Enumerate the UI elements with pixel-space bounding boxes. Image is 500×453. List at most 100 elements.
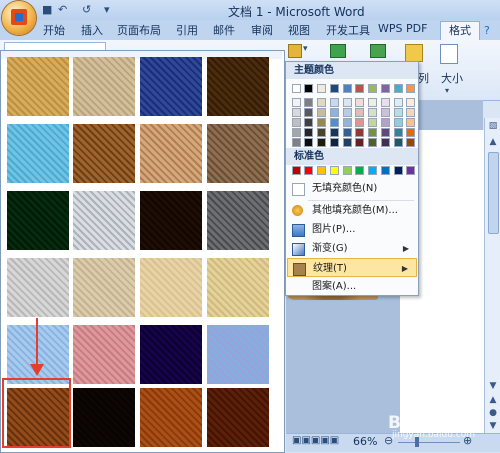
theme-shade-swatch[interactable]: [304, 138, 313, 147]
tab-mailings[interactable]: 邮件: [213, 22, 235, 38]
theme-shade-swatch[interactable]: [343, 128, 352, 137]
theme-shade-swatch[interactable]: [343, 98, 352, 107]
theme-shade-swatch[interactable]: [330, 138, 339, 147]
theme-shade-swatch[interactable]: [330, 98, 339, 107]
texture-bouquet[interactable]: [207, 325, 269, 384]
tab-home[interactable]: 开始: [43, 22, 65, 38]
3d-effects-icon[interactable]: [370, 44, 386, 58]
theme-shade-swatch[interactable]: [330, 108, 339, 117]
size-icon[interactable]: [440, 44, 458, 64]
zoom-slider[interactable]: [398, 442, 460, 443]
standard-color-swatch[interactable]: [355, 166, 364, 175]
theme-shade-swatch[interactable]: [381, 118, 390, 127]
redo-icon[interactable]: ↺: [82, 3, 91, 16]
tab-wps-pdf[interactable]: WPS PDF: [378, 22, 427, 35]
tab-view[interactable]: 视图: [288, 22, 310, 38]
menu-item-no-fill[interactable]: 无填充颜色(N): [287, 179, 417, 198]
theme-shade-swatch[interactable]: [355, 108, 364, 117]
theme-shade-swatch[interactable]: [406, 128, 415, 137]
standard-color-swatch[interactable]: [343, 166, 352, 175]
standard-color-swatch[interactable]: [381, 166, 390, 175]
theme-shade-swatch[interactable]: [317, 108, 326, 117]
texture-purple-mesh[interactable]: [140, 325, 202, 384]
theme-shade-swatch[interactable]: [368, 128, 377, 137]
theme-shade-swatch[interactable]: [394, 118, 403, 127]
theme-shade-swatch[interactable]: [330, 128, 339, 137]
theme-shade-swatch[interactable]: [292, 118, 301, 127]
theme-shade-swatch[interactable]: [394, 98, 403, 107]
previous-page-icon[interactable]: ▲: [486, 394, 500, 406]
texture-green-marble[interactable]: [7, 191, 69, 250]
qat-more-icon[interactable]: ▾: [104, 3, 110, 16]
texture-granite[interactable]: [207, 191, 269, 250]
standard-color-swatch[interactable]: [330, 166, 339, 175]
texture-newsprint[interactable]: [7, 258, 69, 317]
save-icon[interactable]: ■: [42, 3, 52, 16]
theme-shade-swatch[interactable]: [381, 128, 390, 137]
texture-denim[interactable]: [140, 57, 202, 116]
help-icon[interactable]: ?: [484, 24, 490, 37]
texture-oak[interactable]: [140, 388, 202, 447]
tab-format[interactable]: 格式: [440, 21, 480, 41]
browse-object-icon[interactable]: ●: [486, 407, 500, 419]
theme-shade-swatch[interactable]: [406, 118, 415, 127]
undo-icon[interactable]: ↶: [58, 3, 67, 16]
texture-recycled-paper[interactable]: [73, 258, 135, 317]
theme-color-swatch[interactable]: [381, 84, 390, 93]
theme-shade-swatch[interactable]: [304, 98, 313, 107]
theme-shade-swatch[interactable]: [368, 138, 377, 147]
theme-shade-swatch[interactable]: [381, 108, 390, 117]
texture-canvas[interactable]: [73, 57, 135, 116]
theme-color-swatch[interactable]: [292, 84, 301, 93]
theme-shade-swatch[interactable]: [394, 128, 403, 137]
menu-item-picture[interactable]: 图片(P)...: [287, 220, 417, 239]
tab-insert[interactable]: 插入: [81, 22, 103, 38]
theme-color-swatch[interactable]: [355, 84, 364, 93]
theme-shade-swatch[interactable]: [317, 118, 326, 127]
scroll-down-icon[interactable]: ▼: [486, 380, 500, 392]
theme-shade-swatch[interactable]: [394, 138, 403, 147]
zoom-level[interactable]: 66%: [353, 435, 377, 448]
menu-item-pattern[interactable]: 图案(A)...: [287, 277, 417, 296]
menu-item-more-colors[interactable]: 其他填充颜色(M)...: [287, 201, 417, 220]
theme-shade-swatch[interactable]: [355, 98, 364, 107]
texture-water-droplets[interactable]: [7, 124, 69, 183]
tab-developer[interactable]: 开发工具: [326, 22, 370, 38]
theme-color-swatch[interactable]: [317, 84, 326, 93]
theme-shade-swatch[interactable]: [368, 118, 377, 127]
office-button[interactable]: [2, 1, 36, 35]
theme-shade-swatch[interactable]: [304, 108, 313, 117]
theme-shade-swatch[interactable]: [330, 118, 339, 127]
theme-shade-swatch[interactable]: [317, 128, 326, 137]
texture-walnut[interactable]: [73, 388, 135, 447]
theme-shade-swatch[interactable]: [355, 128, 364, 137]
theme-color-swatch[interactable]: [394, 84, 403, 93]
theme-shade-swatch[interactable]: [317, 138, 326, 147]
theme-shade-swatch[interactable]: [304, 128, 313, 137]
standard-color-swatch[interactable]: [368, 166, 377, 175]
texture-pink-tissue-paper[interactable]: [73, 325, 135, 384]
tab-review[interactable]: 审阅: [251, 22, 273, 38]
theme-color-swatch[interactable]: [406, 84, 415, 93]
tab-page-layout[interactable]: 页面布局: [117, 22, 161, 38]
theme-shade-swatch[interactable]: [292, 108, 301, 117]
view-buttons-icon[interactable]: ▣▣▣▣▣: [292, 435, 339, 446]
fill-dropdown-icon[interactable]: ▾: [303, 44, 308, 54]
vertical-scrollbar[interactable]: ▧ ▲ ▼ ▲ ● ▼: [484, 118, 500, 434]
menu-item-texture[interactable]: 纹理(T) ▶: [287, 258, 417, 277]
theme-color-swatch[interactable]: [304, 84, 313, 93]
fill-bucket-icon[interactable]: [288, 44, 302, 58]
standard-color-swatch[interactable]: [317, 166, 326, 175]
texture-brown-marble[interactable]: [140, 191, 202, 250]
theme-shade-swatch[interactable]: [406, 108, 415, 117]
theme-shade-swatch[interactable]: [381, 138, 390, 147]
theme-color-swatch[interactable]: [343, 84, 352, 93]
theme-shade-swatch[interactable]: [292, 128, 301, 137]
texture-parchment[interactable]: [140, 258, 202, 317]
texture-fish-fossil[interactable]: [140, 124, 202, 183]
theme-shade-swatch[interactable]: [343, 108, 352, 117]
size-dropdown-icon[interactable]: ▾: [445, 86, 449, 95]
standard-color-swatch[interactable]: [292, 166, 301, 175]
theme-shade-swatch[interactable]: [394, 108, 403, 117]
texture-white-marble[interactable]: [73, 191, 135, 250]
